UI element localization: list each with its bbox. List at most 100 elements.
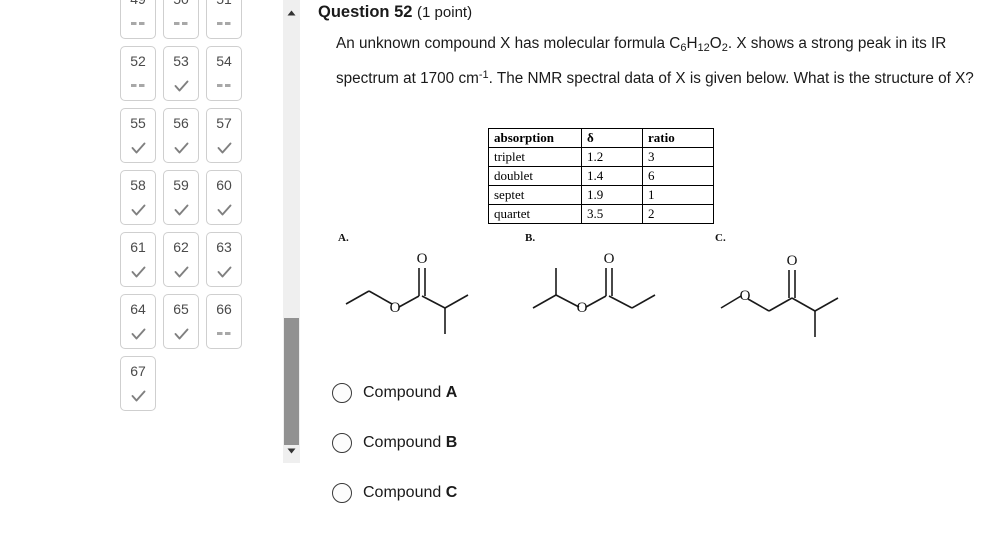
check-icon — [174, 327, 189, 341]
question-tile-55[interactable]: 55 — [120, 108, 156, 163]
oxygen-atom-label: O — [390, 300, 401, 316]
question-tile-number: 53 — [173, 53, 189, 69]
formula-o: O — [709, 35, 722, 52]
answer-prefix: Compound — [363, 434, 446, 451]
question-tile-number: 66 — [216, 301, 232, 317]
question-tile-65[interactable]: 65 — [163, 294, 199, 349]
question-tile-49[interactable]: 49 — [120, 0, 156, 39]
check-icon — [217, 203, 232, 217]
question-tile-52[interactable]: 52 — [120, 46, 156, 101]
question-tile-60[interactable]: 60 — [206, 170, 242, 225]
answer-label-compound-a: Compound A — [363, 385, 457, 401]
table-header-row: absorption δ ratio — [488, 128, 714, 148]
question-tile-58[interactable]: 58 — [120, 170, 156, 225]
check-icon — [174, 265, 189, 279]
triangle-up-icon[interactable] — [283, 4, 300, 21]
question-content-panel: Question 52 (1 point) An unknown compoun… — [310, 0, 1003, 551]
question-tile-number: 64 — [130, 301, 146, 317]
question-tile-number: 63 — [216, 239, 232, 255]
question-tile-59[interactable]: 59 — [163, 170, 199, 225]
page-title: Question 52 — [318, 3, 413, 21]
structure-label-c: C. — [715, 232, 726, 244]
question-tile-row: 49 50 51 — [120, 0, 260, 39]
question-tile-53[interactable]: 53 — [163, 46, 199, 101]
carbonyl-oxygen-label: O — [787, 253, 798, 269]
check-icon — [131, 389, 146, 403]
dash-icon — [217, 17, 231, 31]
question-tile-grid: 49 50 51 52 — [120, 0, 260, 418]
ethyl-isobutyrate-structure: O O — [345, 251, 469, 334]
check-icon — [174, 141, 189, 155]
answer-label-compound-b: Compound B — [363, 435, 457, 451]
answer-option-compound-a[interactable]: Compound A — [332, 372, 752, 414]
question-tile-56[interactable]: 56 — [163, 108, 199, 163]
question-tile-62[interactable]: 62 — [163, 232, 199, 287]
dash-icon — [217, 327, 231, 341]
column-header-absorption: absorption — [488, 128, 582, 148]
question-tile-number: 57 — [216, 115, 232, 131]
question-tile-66[interactable]: 66 — [206, 294, 242, 349]
triangle-down-icon[interactable] — [283, 442, 300, 459]
cell-delta: 1.4 — [581, 166, 643, 186]
question-tile-51[interactable]: 51 — [206, 0, 242, 39]
structure-option-b: B. O O — [525, 232, 695, 346]
question-text-part-1: An unknown compound X has molecular form… — [336, 35, 681, 52]
answer-letter: A — [445, 384, 458, 401]
dash-icon — [174, 17, 188, 31]
table-row: quartet 3.5 2 — [488, 204, 714, 224]
answer-prefix: Compound — [363, 384, 446, 401]
question-tile-number: 52 — [130, 53, 146, 69]
formula-h: H — [686, 35, 698, 52]
cell-absorption: doublet — [488, 166, 582, 186]
radio-button-compound-c[interactable] — [332, 483, 352, 503]
question-tile-number: 55 — [130, 115, 146, 131]
question-tile-row: 64 65 66 — [120, 294, 260, 349]
cell-ratio: 1 — [642, 185, 714, 205]
question-tile-54[interactable]: 54 — [206, 46, 242, 101]
question-tile-50[interactable]: 50 — [163, 0, 199, 39]
question-text-part-3: . The NMR spectral data of X is given be… — [488, 70, 974, 88]
navigator-scrollbar[interactable] — [283, 0, 300, 463]
question-tile-67[interactable]: 67 — [120, 356, 156, 411]
column-header-delta: δ — [581, 128, 643, 148]
question-tile-number: 65 — [173, 301, 189, 317]
question-tile-number: 56 — [173, 115, 189, 131]
check-icon — [174, 79, 189, 93]
question-tile-number: 59 — [173, 177, 189, 193]
cell-ratio: 2 — [642, 204, 714, 224]
answer-option-compound-c[interactable]: Compound C — [332, 472, 752, 514]
dash-icon — [217, 79, 231, 93]
scrollbar-thumb[interactable] — [284, 318, 299, 445]
answer-letter: C — [445, 484, 458, 501]
question-tile-number: 58 — [130, 177, 146, 193]
cell-absorption: triplet — [488, 147, 582, 167]
question-tile-number: 54 — [216, 53, 232, 69]
question-tile-64[interactable]: 64 — [120, 294, 156, 349]
answer-option-compound-b[interactable]: Compound B — [332, 422, 752, 464]
carbonyl-oxygen-label: O — [604, 251, 615, 267]
question-tile-row: 52 53 54 — [120, 46, 260, 101]
cell-ratio: 3 — [642, 147, 714, 167]
check-icon — [174, 203, 189, 217]
question-tile-row: 55 56 57 — [120, 108, 260, 163]
question-tile-57[interactable]: 57 — [206, 108, 242, 163]
cell-delta: 3.5 — [581, 204, 643, 224]
question-tile-63[interactable]: 63 — [206, 232, 242, 287]
isopropyl-propanoate-structure: O O — [532, 251, 656, 316]
table-row: triplet 1.2 3 — [488, 147, 714, 167]
question-tile-number: 62 — [173, 239, 189, 255]
table-row: doublet 1.4 6 — [488, 166, 714, 186]
question-tile-row: 58 59 60 — [120, 170, 260, 225]
question-tile-61[interactable]: 61 — [120, 232, 156, 287]
column-header-ratio: ratio — [642, 128, 714, 148]
check-icon — [131, 141, 146, 155]
question-navigator-panel: 49 50 51 52 — [0, 0, 300, 551]
question-text: An unknown compound X has molecular form… — [336, 30, 994, 92]
check-icon — [131, 203, 146, 217]
cell-delta: 1.9 — [581, 185, 643, 205]
dash-icon — [131, 17, 145, 31]
radio-button-compound-b[interactable] — [332, 433, 352, 453]
formula-subscript-12: 12 — [697, 42, 710, 55]
radio-button-compound-a[interactable] — [332, 383, 352, 403]
answer-label-compound-c: Compound C — [363, 485, 457, 501]
